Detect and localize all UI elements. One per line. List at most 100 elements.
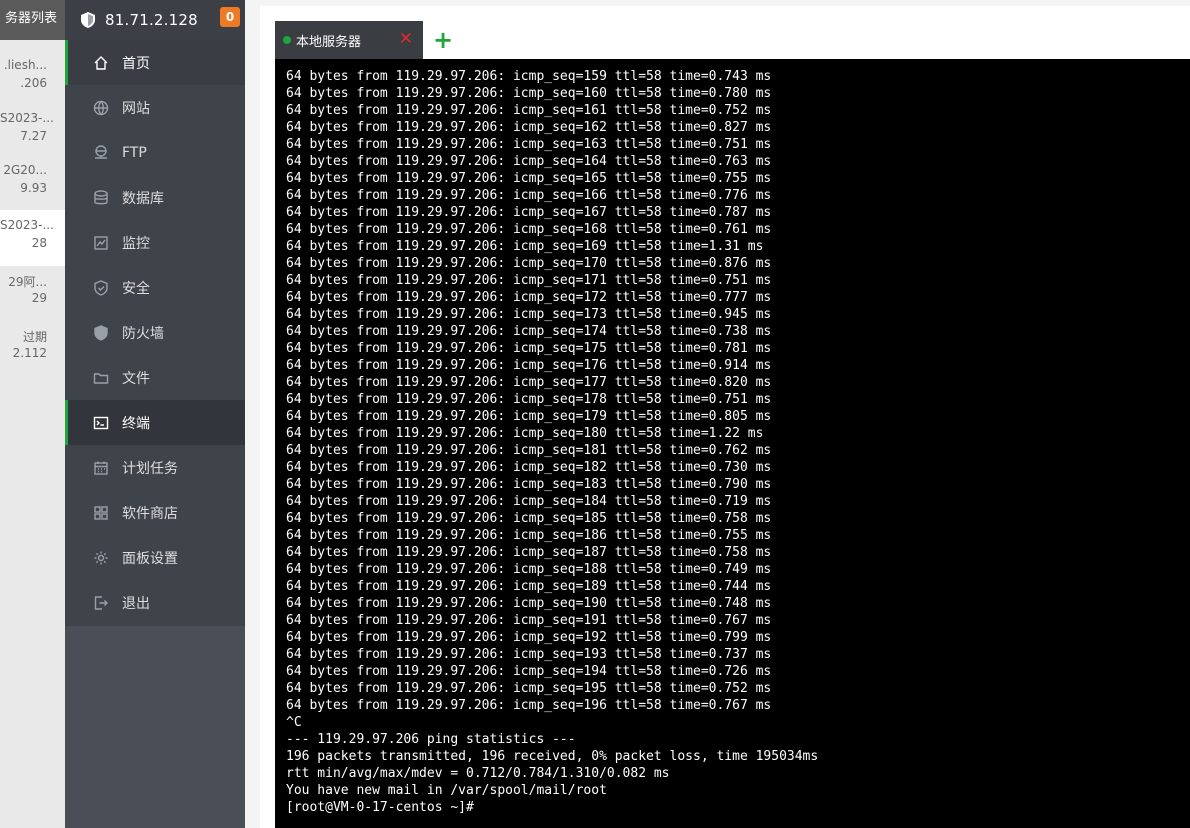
server-name: .liesh... <box>3 58 47 72</box>
server-list-item[interactable]: 过期 2.112 <box>0 320 65 378</box>
terminal-line: 64 bytes from 119.29.97.206: icmp_seq=19… <box>286 630 772 645</box>
terminal-line: 64 bytes from 119.29.97.206: icmp_seq=19… <box>286 596 772 611</box>
terminal-line: 64 bytes from 119.29.97.206: icmp_seq=18… <box>286 545 772 560</box>
monitor-icon <box>92 234 110 252</box>
terminal-line: 64 bytes from 119.29.97.206: icmp_seq=15… <box>286 69 772 84</box>
terminal-line: 64 bytes from 119.29.97.206: icmp_seq=16… <box>286 171 772 186</box>
sidebar-item-apps-grid[interactable]: 软件商店 <box>65 490 245 535</box>
sidebar-header: 81.71.2.128 0 <box>65 0 245 40</box>
folder-icon <box>92 369 110 387</box>
terminal-line: 64 bytes from 119.29.97.206: icmp_seq=16… <box>286 137 772 152</box>
server-name: 过期 <box>22 330 47 344</box>
sidebar-item-folder[interactable]: 文件 <box>65 355 245 400</box>
terminal-line: 64 bytes from 119.29.97.206: icmp_seq=19… <box>286 613 772 628</box>
terminal-line: 64 bytes from 119.29.97.206: icmp_seq=16… <box>286 86 772 101</box>
sidebar-item-label: 退出 <box>122 595 150 612</box>
terminal-line: You have new mail in /var/spool/mail/roo… <box>286 783 607 798</box>
home-icon <box>92 54 110 72</box>
close-tab-icon[interactable]: ✕ <box>399 31 413 48</box>
apps-grid-icon <box>92 504 110 522</box>
terminal-line: 64 bytes from 119.29.97.206: icmp_seq=17… <box>286 392 772 407</box>
sidebar-item-monitor[interactable]: 监控 <box>65 220 245 265</box>
server-ip: 7.27 <box>20 129 47 143</box>
terminal-line: 64 bytes from 119.29.97.206: icmp_seq=16… <box>286 188 772 203</box>
terminal-line: 64 bytes from 119.29.97.206: icmp_seq=16… <box>286 205 772 220</box>
server-ip: 9.93 <box>20 181 47 195</box>
terminal-line: 64 bytes from 119.29.97.206: icmp_seq=19… <box>286 664 772 679</box>
server-list-title: 务器列表 <box>0 0 65 40</box>
globe-icon <box>92 99 110 117</box>
notification-badge[interactable]: 0 <box>220 7 240 27</box>
add-tab-button[interactable]: + <box>423 21 463 59</box>
sidebar-item-label: FTP <box>122 144 147 161</box>
ftp-icon <box>92 144 110 162</box>
terminal-line: 64 bytes from 119.29.97.206: icmp_seq=16… <box>286 154 772 169</box>
terminal-line: 64 bytes from 119.29.97.206: icmp_seq=18… <box>286 494 772 509</box>
sidebar-item-home[interactable]: 首页 <box>65 40 245 85</box>
server-ip: 28 <box>31 236 47 250</box>
server-name: 2G20... <box>3 163 47 177</box>
server-list-item[interactable]: S2023-... 28 <box>0 210 65 266</box>
terminal-line: 64 bytes from 119.29.97.206: icmp_seq=18… <box>286 460 772 475</box>
terminal-line: 64 bytes from 119.29.97.206: icmp_seq=17… <box>286 409 772 424</box>
server-name: S2023-... <box>0 218 54 232</box>
terminal-line: 64 bytes from 119.29.97.206: icmp_seq=18… <box>286 477 772 492</box>
security-shield-icon <box>92 279 110 297</box>
sidebar: 81.71.2.128 0 首页 网站 FTP 数据库监控安全防火墙文件终端计划任务软… <box>65 0 245 828</box>
terminal-line: 64 bytes from 119.29.97.206: icmp_seq=18… <box>286 511 772 526</box>
terminal-line: 64 bytes from 119.29.97.206: icmp_seq=16… <box>286 103 772 118</box>
terminal-line: rtt min/avg/max/mdev = 0.712/0.784/1.310… <box>286 766 670 781</box>
terminal-line: 64 bytes from 119.29.97.206: icmp_seq=18… <box>286 562 772 577</box>
sidebar-item-label: 防火墙 <box>122 325 164 342</box>
terminal-output[interactable]: 64 bytes from 119.29.97.206: icmp_seq=15… <box>275 59 1190 828</box>
sidebar-item-label: 计划任务 <box>122 460 178 477</box>
calendar-icon <box>92 459 110 477</box>
gear-icon <box>92 549 110 567</box>
terminal-line: 64 bytes from 119.29.97.206: icmp_seq=17… <box>286 307 772 322</box>
sidebar-item-label: 文件 <box>122 370 150 387</box>
sidebar-item-label: 安全 <box>122 280 150 297</box>
server-ip: 2.112 <box>12 346 47 360</box>
sidebar-item-ftp[interactable]: FTP <box>65 130 245 175</box>
sidebar-item-label: 面板设置 <box>122 550 178 567</box>
terminal-line: 64 bytes from 119.29.97.206: icmp_seq=18… <box>286 443 772 458</box>
terminal-line: 64 bytes from 119.29.97.206: icmp_seq=19… <box>286 698 772 713</box>
server-list-panel: 务器列表 .liesh... .206 S2023-... 7.27 2G20... 9.… <box>0 0 65 828</box>
main-area: 本地服务器 ✕ + 64 bytes from 119.29.97.206: i… <box>245 0 1190 828</box>
sidebar-item-firewall-shield[interactable]: 防火墙 <box>65 310 245 355</box>
sidebar-item-database[interactable]: 数据库 <box>65 175 245 220</box>
terminal-line: 64 bytes from 119.29.97.206: icmp_seq=16… <box>286 239 764 254</box>
server-list-item[interactable]: .liesh... .206 <box>0 50 65 108</box>
sidebar-item-terminal[interactable]: 终端 <box>65 400 245 445</box>
terminal-line: 64 bytes from 119.29.97.206: icmp_seq=16… <box>286 222 772 237</box>
sidebar-item-calendar[interactable]: 计划任务 <box>65 445 245 490</box>
terminal-line: 64 bytes from 119.29.97.206: icmp_seq=17… <box>286 375 772 390</box>
sidebar-item-gear[interactable]: 面板设置 <box>65 535 245 580</box>
server-list-item[interactable]: S2023-... 7.27 <box>0 103 65 161</box>
firewall-shield-icon <box>92 324 110 342</box>
terminal-line: 64 bytes from 119.29.97.206: icmp_seq=19… <box>286 681 772 696</box>
shield-logo-icon <box>79 11 97 29</box>
terminal-line: 64 bytes from 119.29.97.206: icmp_seq=18… <box>286 528 772 543</box>
server-list-item[interactable]: 2G20... 9.93 <box>0 155 65 213</box>
terminal-line: --- 119.29.97.206 ping statistics --- <box>286 732 576 747</box>
database-icon <box>92 189 110 207</box>
terminal-icon <box>92 414 110 432</box>
sidebar-item-label: 终端 <box>122 415 150 432</box>
terminal-line: 64 bytes from 119.29.97.206: icmp_seq=17… <box>286 324 772 339</box>
terminal-line: 64 bytes from 119.29.97.206: icmp_seq=19… <box>286 647 772 662</box>
terminal-line: 196 packets transmitted, 196 received, 0… <box>286 749 819 764</box>
tab-label: 本地服务器 <box>296 34 362 50</box>
sidebar-item-label: 软件商店 <box>122 505 178 522</box>
logout-icon <box>92 594 110 612</box>
sidebar-item-label: 监控 <box>122 235 150 252</box>
server-list-item[interactable]: 29阿... 29 <box>0 265 65 323</box>
tab-local-server[interactable]: 本地服务器 ✕ <box>275 21 423 59</box>
server-name: S2023-... <box>0 111 54 125</box>
terminal-line: 64 bytes from 119.29.97.206: icmp_seq=18… <box>286 579 772 594</box>
terminal-line: 64 bytes from 119.29.97.206: icmp_seq=17… <box>286 341 772 356</box>
terminal-line: 64 bytes from 119.29.97.206: icmp_seq=17… <box>286 273 772 288</box>
sidebar-item-security-shield[interactable]: 安全 <box>65 265 245 310</box>
sidebar-item-logout[interactable]: 退出 <box>65 580 245 625</box>
sidebar-item-globe[interactable]: 网站 <box>65 85 245 130</box>
